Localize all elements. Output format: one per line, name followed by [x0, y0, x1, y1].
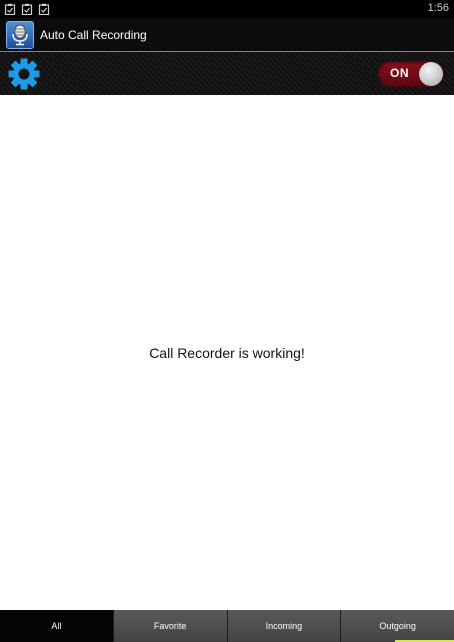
- tab-bar: All Favorite Incoming Outgoing: [0, 610, 454, 642]
- tab-all[interactable]: All: [0, 610, 113, 642]
- toggle-knob: [419, 62, 443, 86]
- tab-incoming[interactable]: Incoming: [226, 610, 341, 642]
- tab-outgoing[interactable]: Outgoing: [340, 610, 454, 642]
- microphone-icon: [12, 24, 28, 45]
- recorder-status-message: Call Recorder is working!: [149, 345, 305, 361]
- notification-icons: [4, 3, 50, 15]
- toggle-label: ON: [390, 66, 409, 80]
- status-bar: 1:56: [0, 0, 454, 18]
- settings-button[interactable]: [4, 56, 44, 92]
- gear-icon: [8, 58, 40, 90]
- main-content: Call Recorder is working!: [0, 95, 454, 610]
- clipboard-icon: [38, 3, 50, 15]
- tab-favorite[interactable]: Favorite: [112, 610, 227, 642]
- clipboard-icon: [4, 3, 16, 15]
- recording-toggle[interactable]: ON: [378, 61, 444, 87]
- toolbar: ON: [0, 52, 454, 95]
- clipboard-icon: [21, 3, 33, 15]
- action-bar: Auto Call Recording: [0, 18, 454, 51]
- app-title: Auto Call Recording: [40, 27, 147, 42]
- status-time: 1:56: [427, 2, 449, 14]
- app-icon[interactable]: [6, 20, 34, 49]
